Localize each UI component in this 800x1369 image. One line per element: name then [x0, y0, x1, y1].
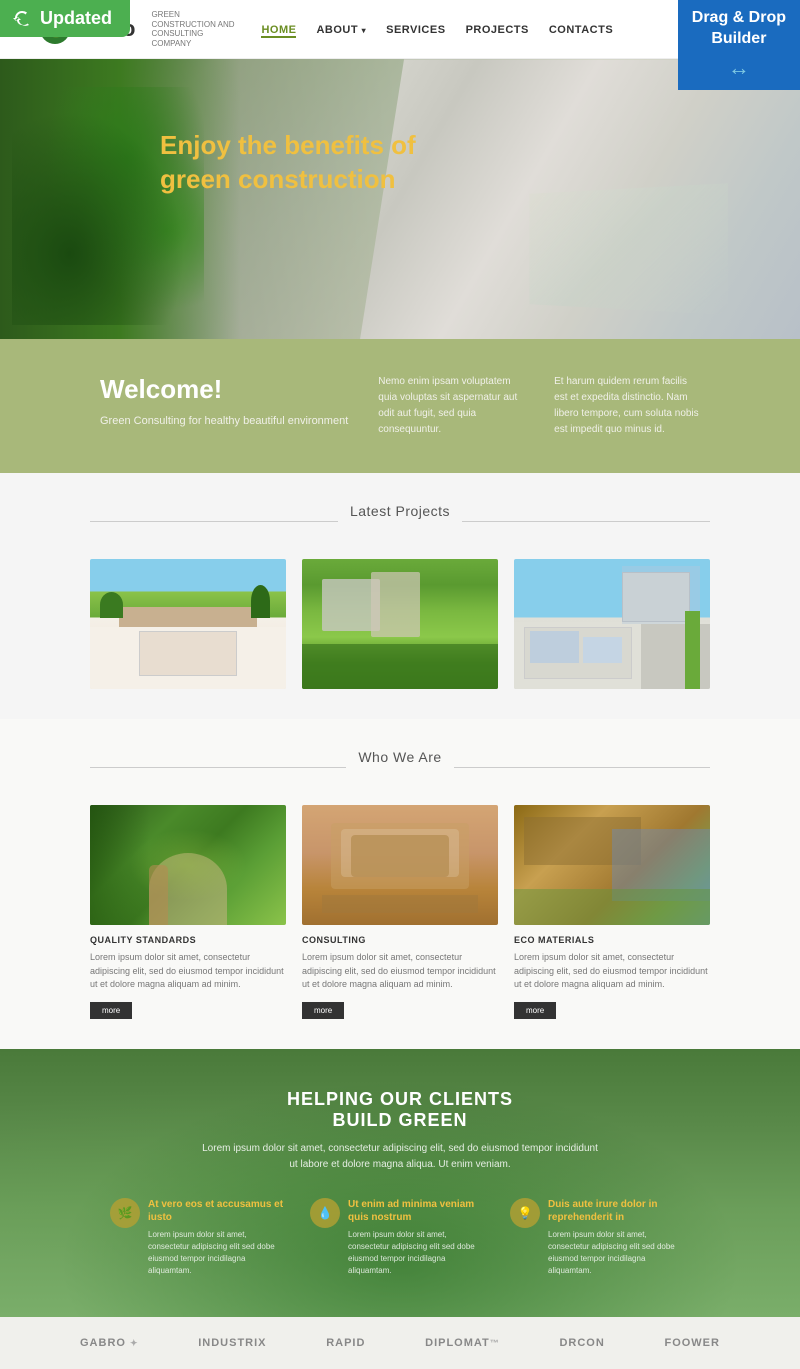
- sync-icon: [12, 9, 32, 29]
- welcome-section: Welcome! Green Consulting for healthy be…: [0, 339, 800, 473]
- eco-materials-label: ECO MATERIALS: [514, 935, 710, 945]
- latest-projects-section: Latest Projects: [0, 473, 800, 719]
- green-card-1-text: Lorem ipsum dolor sit amet, consectetur …: [148, 1229, 290, 1277]
- project-card-2[interactable]: [302, 559, 498, 689]
- dnd-arrows-icon: ↔: [692, 54, 786, 83]
- quality-standards-label: QUALITY STANDARDS: [90, 935, 286, 945]
- nav-item-services[interactable]: SERVICES: [386, 20, 445, 38]
- green-card-2-text: Lorem ipsum dolor sit amet, consectetur …: [348, 1229, 490, 1277]
- eco-materials-text: Lorem ipsum dolor sit amet, consectetur …: [514, 951, 710, 992]
- green-icon-3: 💡: [510, 1198, 540, 1228]
- consulting-image: [302, 805, 498, 925]
- welcome-subtitle: Green Consulting for healthy beautiful e…: [100, 413, 348, 430]
- updated-badge: Updated: [0, 0, 130, 37]
- partner-diplomat: DIPLOMAT™: [425, 1337, 500, 1349]
- welcome-text2: Et harum quidem rerum facilis est et exp…: [554, 374, 700, 438]
- green-card-1: 🌿 At vero eos et accusamus et iusto Lore…: [110, 1198, 290, 1277]
- eco-materials-image: [514, 805, 710, 925]
- feature-card-2: CONSULTING Lorem ipsum dolor sit amet, c…: [302, 805, 498, 1019]
- welcome-left: Welcome! Green Consulting for healthy be…: [100, 374, 348, 430]
- green-card-2: 💧 Ut enim ad minima veniam quis nostrum …: [310, 1198, 490, 1277]
- welcome-text1: Nemo enim ipsam voluptatem quia voluptas…: [378, 374, 524, 438]
- green-cards: 🌿 At vero eos et accusamus et iusto Lore…: [100, 1198, 700, 1277]
- partner-foower: FOOWER: [664, 1337, 720, 1349]
- project-card-1[interactable]: [90, 559, 286, 689]
- latest-projects-title: Latest Projects: [350, 503, 450, 519]
- consulting-text: Lorem ipsum dolor sit amet, consectetur …: [302, 951, 498, 992]
- dnd-badge: Drag & Drop Builder ↔: [678, 0, 800, 90]
- partners-section: GABRO ✦ INDUSTRIX RAPID DIPLOMAT™ dRCON …: [0, 1317, 800, 1369]
- partner-gabro: GABRO ✦: [80, 1337, 139, 1349]
- green-section: HELPING OUR CLIENTS BUILD GREEN Lorem ip…: [0, 1049, 800, 1317]
- eco-materials-more-btn[interactable]: more: [514, 1002, 556, 1019]
- nav-item-contacts[interactable]: CONTACTS: [549, 20, 613, 38]
- green-heading: HELPING OUR CLIENTS BUILD GREEN: [100, 1089, 700, 1131]
- updated-label: Updated: [40, 8, 112, 29]
- partner-industrix: INDUSTRIX: [198, 1337, 266, 1349]
- welcome-title: Welcome!: [100, 374, 348, 405]
- green-card-3-text: Lorem ipsum dolor sit amet, consectetur …: [548, 1229, 690, 1277]
- consulting-more-btn[interactable]: more: [302, 1002, 344, 1019]
- partner-rapid: RAPID: [326, 1337, 365, 1349]
- feature-card-1: QUALITY STANDARDS Lorem ipsum dolor sit …: [90, 805, 286, 1019]
- logo-tagline: GREEN CONSTRUCTION AND CONSULTING COMPAN…: [151, 10, 241, 48]
- who-cards-grid: QUALITY STANDARDS Lorem ipsum dolor sit …: [90, 805, 710, 1019]
- quality-standards-image: [90, 805, 286, 925]
- dnd-line2: Builder: [711, 30, 766, 47]
- partner-drcon: dRCON: [559, 1337, 604, 1349]
- consulting-label: CONSULTING: [302, 935, 498, 945]
- nav-item-home[interactable]: HOME: [261, 20, 296, 38]
- nav-item-about[interactable]: ABOUT ▾: [316, 20, 366, 38]
- nav-item-projects[interactable]: PROJECTS: [466, 20, 529, 38]
- who-we-are-title: Who We Are: [358, 749, 441, 765]
- green-card-3: 💡 Duis aute irure dolor in reprehenderit…: [510, 1198, 690, 1277]
- project-card-3[interactable]: [514, 559, 710, 689]
- green-subtext: Lorem ipsum dolor sit amet, consectetur …: [200, 1141, 600, 1173]
- dnd-line1: Drag & Drop: [692, 9, 786, 26]
- green-icon-1: 🌿: [110, 1198, 140, 1228]
- main-nav: HOME ABOUT ▾ SERVICES PROJECTS CONTACTS: [261, 20, 613, 38]
- green-icon-2: 💧: [310, 1198, 340, 1228]
- hero-section: Enjoy the benefits of green construction…: [0, 59, 800, 339]
- who-we-are-section: Who We Are QUALITY STANDARDS Lorem ipsum…: [0, 719, 800, 1049]
- hero-title: Enjoy the benefits of green construction: [160, 129, 460, 197]
- project-grid: [90, 559, 710, 689]
- feature-card-3: ECO MATERIALS Lorem ipsum dolor sit amet…: [514, 805, 710, 1019]
- quality-standards-text: Lorem ipsum dolor sit amet, consectetur …: [90, 951, 286, 992]
- quality-standards-more-btn[interactable]: more: [90, 1002, 132, 1019]
